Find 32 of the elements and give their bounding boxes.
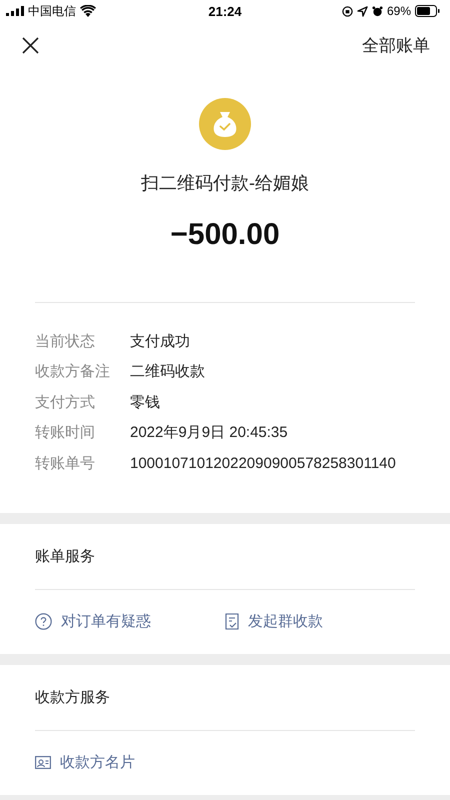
location-icon (356, 6, 368, 16)
clock-time: 21:24 (207, 4, 243, 18)
payment-amount: −500.00 (170, 218, 280, 252)
service-link[interactable]: 对订单有疑惑 (35, 612, 225, 631)
document-check-icon (225, 613, 239, 630)
detail-value: 支付成功 (130, 332, 190, 351)
section-title: 账单服务 (34, 546, 96, 566)
detail-label: 转账时间 (35, 423, 96, 442)
close-icon[interactable] (22, 36, 39, 54)
service-link[interactable]: 收款方名片 (35, 753, 237, 772)
detail-value: 2022年9月9日 20:45:35 (130, 423, 288, 442)
detail-value: 二维码收款 (130, 362, 205, 382)
contact-card-icon (35, 756, 51, 769)
signal-icon (6, 6, 24, 16)
detail-label: 当前状态 (35, 332, 96, 351)
alarm-icon (372, 6, 383, 16)
all-bills-link[interactable]: 全部账单 (362, 34, 430, 56)
detail-value: 零钱 (130, 392, 160, 412)
money-bag-icon (199, 98, 251, 150)
detail-label: 收款方备注 (35, 362, 111, 382)
rotation-lock-icon (342, 6, 353, 16)
battery-percent: 69% (386, 4, 411, 18)
carrier-name: 中国电信 (28, 2, 76, 20)
detail-label: 支付方式 (35, 392, 96, 412)
service-link[interactable]: 发起群收款 (225, 612, 415, 631)
detail-label: 转账单号 (35, 454, 96, 473)
section-title: 收款方服务 (34, 688, 111, 708)
wifi-icon (80, 5, 96, 17)
question-icon (35, 613, 52, 630)
battery-icon (415, 5, 440, 17)
detail-value: 10001071012022090900578258301140 (130, 454, 396, 472)
payment-title: 扫二维码付款-给媚娘 (141, 172, 309, 195)
